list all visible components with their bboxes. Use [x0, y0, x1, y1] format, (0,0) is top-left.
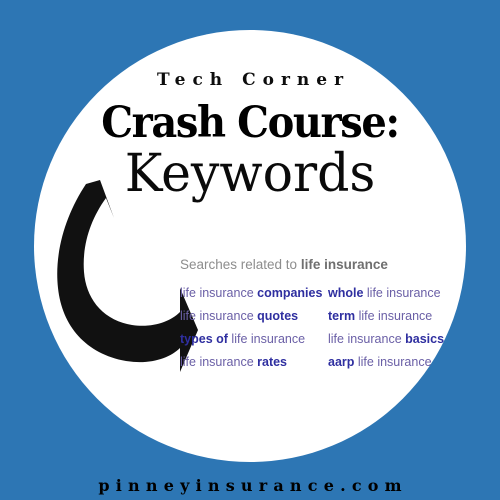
suggestion-suffix: life insurance	[354, 354, 432, 369]
search-suggestion-item[interactable]: life insurance rates	[180, 354, 328, 370]
curved-arrow-icon	[57, 180, 198, 372]
search-suggestions-grid: life insurance companies whole life insur…	[180, 281, 460, 373]
search-suggestion-item[interactable]: aarp life insurance	[328, 354, 460, 370]
suggestion-prefix: life insurance	[180, 354, 258, 369]
suggestion-prefix: life insurance	[328, 331, 406, 346]
suggestion-keyword: companies	[257, 285, 323, 300]
search-heading-prefix: Searches related to	[180, 257, 301, 272]
suggestion-suffix: life insurance	[363, 285, 441, 300]
infographic-canvas: Tech Corner Crash Course: Keywords Searc…	[0, 0, 500, 500]
search-suggestion-item[interactable]: types of life insurance	[180, 331, 328, 347]
search-suggestions-block: Searches related to life insurance life …	[180, 256, 460, 373]
suggestion-keyword: basics	[405, 331, 445, 346]
search-suggestion-item[interactable]: life insurance basics	[328, 331, 460, 347]
suggestion-prefix: life insurance	[180, 285, 258, 300]
suggestion-keyword: term	[328, 308, 356, 323]
suggestion-suffix: life insurance	[355, 308, 433, 323]
footer-website-url: pinneyinsurance.com	[98, 476, 408, 495]
search-heading-term: life insurance	[300, 257, 388, 272]
suggestion-keyword: rates	[257, 354, 288, 369]
suggestion-prefix: life insurance	[180, 308, 258, 323]
suggestion-keyword: whole	[328, 285, 364, 300]
search-suggestions-heading: Searches related to life insurance	[180, 256, 460, 274]
search-suggestion-item[interactable]: life insurance quotes	[180, 308, 328, 324]
suggestion-suffix: life insurance	[227, 331, 306, 346]
search-suggestion-item[interactable]: term life insurance	[328, 308, 460, 324]
suggestion-keyword: quotes	[257, 308, 299, 323]
search-suggestion-item[interactable]: whole life insurance	[328, 285, 460, 301]
suggestion-keyword: aarp	[328, 354, 355, 369]
suggestion-keyword: types of	[180, 331, 228, 346]
search-suggestion-item[interactable]: life insurance companies	[180, 285, 328, 301]
